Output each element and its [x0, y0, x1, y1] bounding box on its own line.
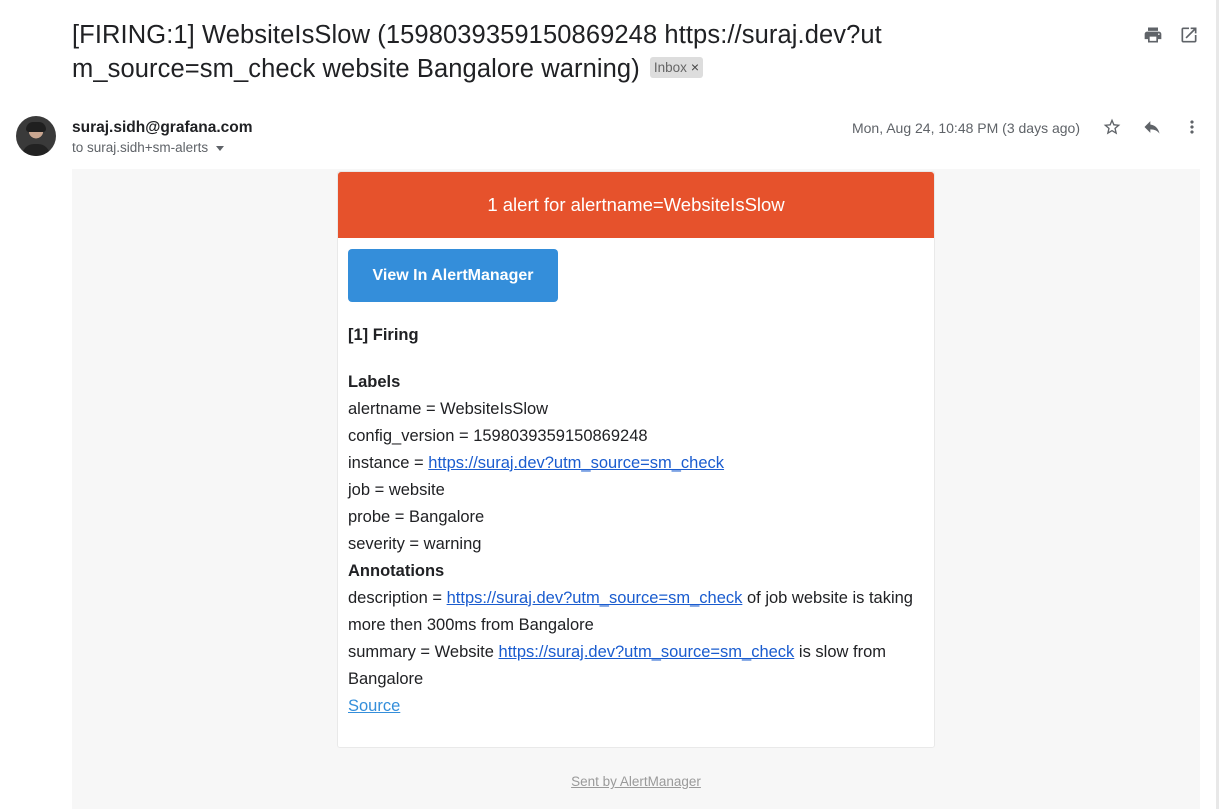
- email-date: Mon, Aug 24, 10:48 PM (3 days ago): [851, 120, 1080, 136]
- summary-link[interactable]: https://suraj.dev?utm_source=sm_check: [499, 643, 795, 661]
- summary-prefix: summary = Website: [348, 643, 499, 661]
- recipient-line[interactable]: to suraj.sidh+sm-alerts: [72, 140, 225, 155]
- alert-header: 1 alert for alertname=WebsiteIsSlow: [338, 172, 934, 238]
- thread-actions: [1142, 24, 1200, 46]
- star-icon[interactable]: [1101, 116, 1123, 138]
- annotation-description: description = https://suraj.dev?utm_sour…: [348, 585, 928, 639]
- inbox-label-chip[interactable]: Inbox ×: [649, 56, 704, 78]
- sender-email[interactable]: suraj.sidh@grafana.com: [72, 119, 253, 137]
- instance-link[interactable]: https://suraj.dev?utm_source=sm_check: [428, 454, 724, 472]
- chevron-down-icon[interactable]: [216, 145, 225, 151]
- more-vert-icon[interactable]: [1181, 116, 1203, 138]
- recipient-text: to suraj.sidh+sm-alerts: [72, 140, 209, 155]
- labels-title: Labels: [348, 373, 401, 391]
- description-prefix: description =: [348, 589, 447, 607]
- reply-icon[interactable]: [1141, 116, 1163, 138]
- label-probe: probe = Bangalore: [348, 508, 485, 526]
- annotation-summary: summary = Website https://suraj.dev?utm_…: [348, 639, 928, 693]
- email-body: 1 alert for alertname=WebsiteIsSlow View…: [72, 169, 1200, 809]
- description-link[interactable]: https://suraj.dev?utm_source=sm_check: [447, 589, 743, 607]
- view-in-alertmanager-button[interactable]: View In AlertManager: [348, 249, 558, 302]
- alert-details: [1] Firing Labels alertname = WebsiteIsS…: [348, 322, 928, 720]
- email-subject: [FIRING:1] WebsiteIsSlow (15980393591508…: [72, 18, 902, 86]
- open-in-new-window-icon[interactable]: [1178, 24, 1200, 46]
- label-severity: severity = warning: [348, 535, 482, 553]
- message-actions: [1101, 116, 1203, 138]
- source-link[interactable]: Source: [348, 697, 400, 715]
- inbox-chip-label: Inbox: [653, 59, 687, 75]
- label-instance: instance = https://suraj.dev?utm_source=…: [348, 450, 928, 477]
- label-instance-prefix: instance =: [348, 454, 429, 472]
- print-icon[interactable]: [1142, 24, 1164, 46]
- label-alertname: alertname = WebsiteIsSlow: [348, 400, 549, 418]
- firing-title: [1] Firing: [348, 326, 419, 344]
- label-config-version: config_version = 1598039359150869248: [348, 427, 648, 445]
- footer: Sent by AlertManager: [72, 774, 1200, 789]
- close-icon[interactable]: ×: [691, 59, 699, 75]
- avatar[interactable]: [16, 116, 56, 156]
- sent-by-alertmanager-link[interactable]: Sent by AlertManager: [571, 774, 701, 789]
- annotations-title: Annotations: [348, 562, 445, 580]
- alert-card: 1 alert for alertname=WebsiteIsSlow View…: [337, 171, 935, 748]
- alert-header-text: 1 alert for alertname=WebsiteIsSlow: [487, 194, 785, 215]
- subject-text: [FIRING:1] WebsiteIsSlow (15980393591508…: [72, 21, 882, 83]
- label-job: job = website: [348, 481, 445, 499]
